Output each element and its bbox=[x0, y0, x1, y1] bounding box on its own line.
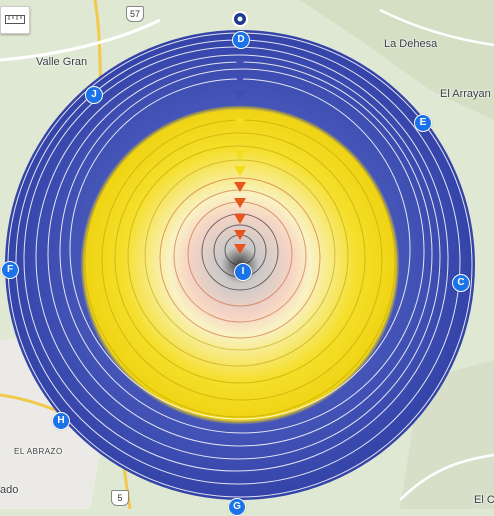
place-label-la-dehesa: La Dehesa bbox=[384, 38, 438, 50]
origin-marker-dot bbox=[237, 16, 243, 22]
ruler-icon bbox=[5, 15, 25, 24]
marker-c[interactable]: C bbox=[452, 274, 470, 292]
place-label-valle-grande: Valle Gran bbox=[36, 56, 88, 68]
marker-e[interactable]: E bbox=[414, 114, 432, 132]
place-label-el-abrazo: EL ABRAZO bbox=[14, 447, 63, 456]
place-label-el-arrayan: El Arrayan bbox=[440, 88, 491, 100]
marker-i[interactable]: I bbox=[234, 263, 252, 281]
place-label-el-c: El C bbox=[474, 494, 494, 506]
marker-g[interactable]: G bbox=[228, 498, 246, 516]
route-57-shield: 57 bbox=[126, 6, 144, 22]
marker-f[interactable]: F bbox=[1, 261, 19, 279]
route-5-shield: 5 bbox=[111, 490, 129, 506]
measure-tool-button[interactable] bbox=[0, 6, 30, 34]
marker-j[interactable]: J bbox=[85, 86, 103, 104]
place-label-ado: ado bbox=[0, 484, 19, 496]
map-canvas[interactable] bbox=[0, 0, 494, 509]
marker-d[interactable]: D bbox=[232, 31, 250, 49]
marker-h[interactable]: H bbox=[52, 412, 70, 430]
